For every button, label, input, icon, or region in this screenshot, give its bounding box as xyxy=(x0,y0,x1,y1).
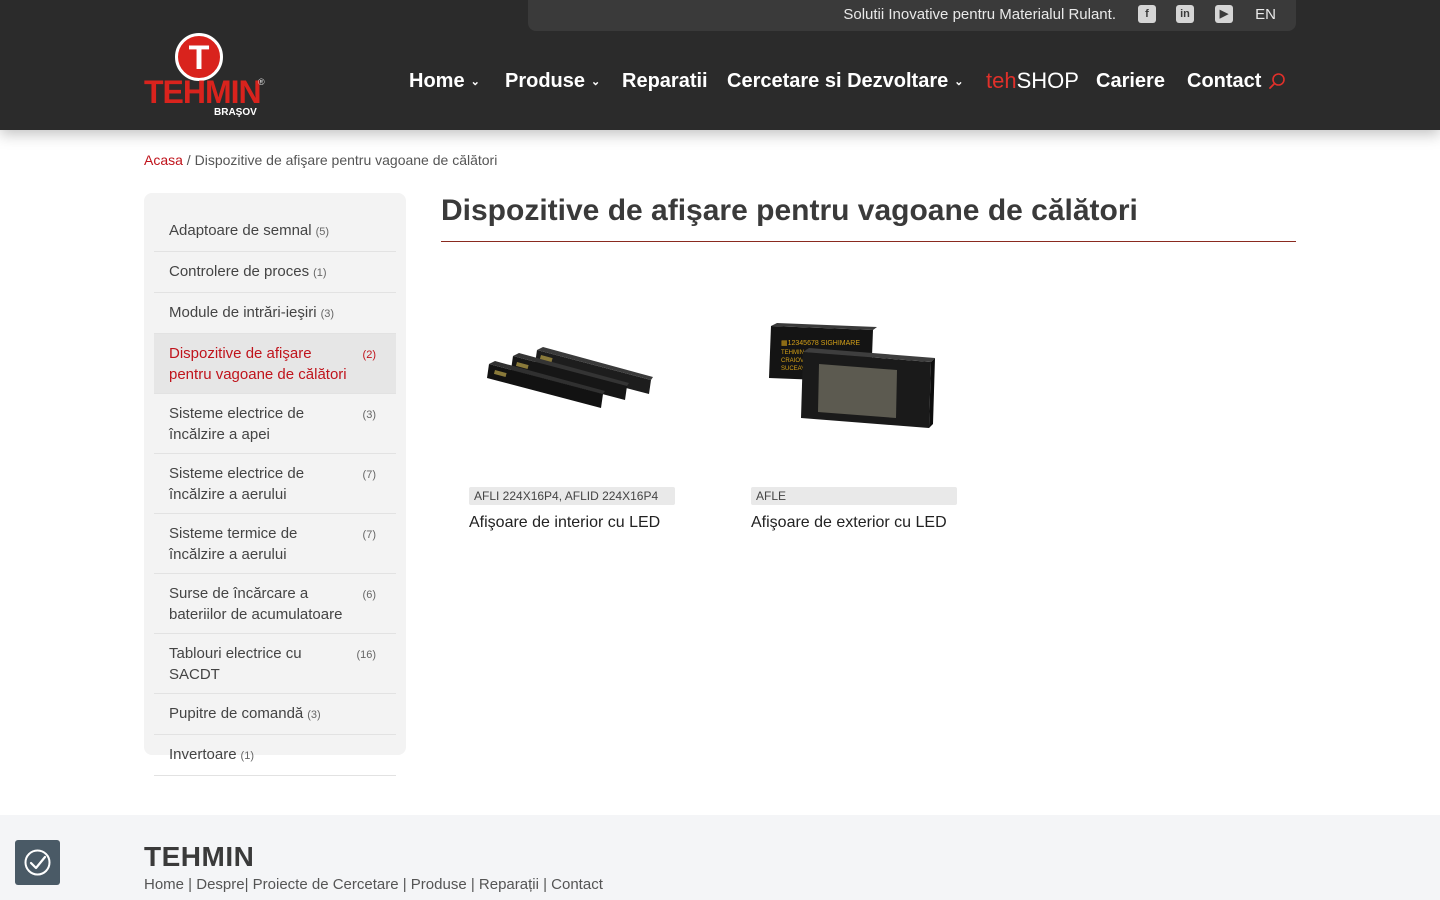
category-item-pupitre[interactable]: Pupitre de comandă (3) xyxy=(154,694,396,735)
title-divider xyxy=(441,241,1296,242)
category-item-controlere[interactable]: Controlere de proces (1) xyxy=(154,252,396,293)
cookie-check-icon xyxy=(24,849,51,876)
category-count: (16) xyxy=(356,649,376,661)
nav-item-label: Cercetare si Dezvoltare xyxy=(727,70,949,92)
category-count: (5) xyxy=(315,226,330,238)
breadcrumb-home-link[interactable]: Acasa xyxy=(144,152,183,168)
category-label: Dispozitive de afişare pentru vagoane de… xyxy=(169,345,347,383)
category-label: Sisteme electrice de încălzire a apei xyxy=(169,405,305,443)
category-label: Sisteme electrice de încălzire a aerului xyxy=(169,465,305,503)
linkedin-icon[interactable]: in xyxy=(1176,5,1194,23)
category-item-incalzire-aerului-termic[interactable]: Sisteme termice de încălzire a aerului (7… xyxy=(154,514,396,574)
product-sku: AFLI 224X16P4, AFLID 224X16P4 xyxy=(469,487,675,505)
breadcrumb-current: Dispozitive de afişare pentru vagoane de… xyxy=(194,152,498,168)
nav-item-label: Reparatii xyxy=(622,70,708,92)
led-bar-display-icon xyxy=(487,347,653,408)
category-label: Sisteme termice de încălzire a aerului xyxy=(169,525,298,563)
category-item-invertoare[interactable]: Invertoare (1) xyxy=(154,735,396,776)
category-count: (1) xyxy=(313,267,327,279)
footer-brand: TEHMIN xyxy=(144,841,255,872)
tagline: Solutii Inovative pentru Materialul Rula… xyxy=(843,6,1116,23)
nav-item-produse[interactable]: Produse ⌄ xyxy=(505,68,600,95)
nav-item-reparatii[interactable]: Reparatii xyxy=(622,68,708,94)
led-panel-display-icon: ▦12345678 SIGHIMARE TEHMIN S CRAIOVA SUC… xyxy=(769,323,935,428)
nav-item-contact[interactable]: Contact xyxy=(1187,68,1261,94)
product-name[interactable]: Afişoare de exterior cu LED xyxy=(751,514,957,532)
category-count: (1) xyxy=(240,750,254,762)
tehshop-suffix: SHOP xyxy=(1016,68,1079,93)
logo-wordmark: TEHMIN xyxy=(144,74,262,110)
logo[interactable]: T TEHMIN ® BRAŞOV xyxy=(144,33,266,119)
language-switch[interactable]: EN xyxy=(1255,6,1276,23)
category-item-surse-incarcare[interactable]: Surse de încărcare a bateriilor de acumu… xyxy=(154,574,396,634)
category-count: (3) xyxy=(307,709,321,721)
category-item-dispozitive-afisare[interactable]: Dispozitive de afişare pentru vagoane de… xyxy=(154,334,396,394)
category-label: Invertoare xyxy=(169,746,237,763)
category-label: Controlere de proces xyxy=(169,263,310,280)
nav-item-cariere[interactable]: Cariere xyxy=(1096,68,1165,94)
tehshop-prefix: teh xyxy=(986,68,1017,93)
category-item-adaptoare[interactable]: Adaptoare de semnal (5) xyxy=(154,211,396,252)
category-count: (2) xyxy=(362,349,376,361)
cookie-settings-button[interactable] xyxy=(15,840,60,885)
category-count: (3) xyxy=(362,409,376,421)
screen-text-line: ▦12345678 SIGHIMARE xyxy=(781,340,860,347)
footer-links[interactable]: Home | Despre| Proiecte de Cercetare | P… xyxy=(144,876,603,893)
category-count: (3) xyxy=(320,308,335,320)
category-label: Surse de încărcare a bateriilor de acumu… xyxy=(169,585,343,623)
category-item-incalzire-apei[interactable]: Sisteme electrice de încălzire a apei (3) xyxy=(154,394,396,454)
site-footer: TEHMIN Home | Despre| Proiecte de Cercet… xyxy=(0,815,1440,900)
logo-city: BRAŞOV xyxy=(214,107,257,118)
category-label: Module de intrări-ieşiri xyxy=(169,304,317,321)
breadcrumb-separator: / xyxy=(182,152,195,168)
site-header: Solutii Inovative pentru Materialul Rula… xyxy=(0,0,1440,130)
logo-letter: T xyxy=(188,39,210,77)
product-image-exterior-led[interactable]: ▦12345678 SIGHIMARE TEHMIN S CRAIOVA SUC… xyxy=(751,300,957,470)
breadcrumb: Acasa / Dispozitive de afişare pentru va… xyxy=(144,152,497,168)
logo-registered-mark: ® xyxy=(258,77,265,87)
youtube-icon[interactable]: ▶ xyxy=(1215,5,1233,23)
category-item-tablouri[interactable]: Tablouri electrice cu SACDT (16) xyxy=(154,634,396,694)
chevron-down-icon: ⌄ xyxy=(470,76,480,88)
category-item-incalzire-aerului-electric[interactable]: Sisteme electrice de încălzire a aerului… xyxy=(154,454,396,514)
product-sku: AFLE xyxy=(751,487,957,505)
category-count: (7) xyxy=(362,529,376,541)
category-label: Tablouri electrice cu SACDT xyxy=(169,645,302,683)
category-count: (6) xyxy=(362,589,376,601)
category-label: Adaptoare de semnal xyxy=(169,222,312,239)
category-sidebar: Adaptoare de semnal (5) Controlere de pro… xyxy=(144,193,406,776)
chevron-down-icon: ⌄ xyxy=(954,76,964,88)
product-card-exterior[interactable]: ▦12345678 SIGHIMARE TEHMIN S CRAIOVA SUC… xyxy=(751,300,957,532)
product-image-interior-led[interactable] xyxy=(469,300,675,470)
page-title: Dispozitive de afişare pentru vagoane de… xyxy=(441,194,1138,227)
nav-item-label: Cariere xyxy=(1096,70,1165,92)
search-icon[interactable] xyxy=(1268,72,1286,90)
category-count: (7) xyxy=(362,469,376,481)
facebook-icon[interactable]: f xyxy=(1138,5,1156,23)
chevron-down-icon: ⌄ xyxy=(591,76,601,88)
product-name[interactable]: Afişoare de interior cu LED xyxy=(469,514,675,532)
top-bar: Solutii Inovative pentru Materialul Rula… xyxy=(528,0,1296,31)
nav-item-tehshop[interactable]: tehSHOP xyxy=(986,68,1079,94)
nav-item-label: Produse xyxy=(505,70,586,92)
nav-item-label: Home xyxy=(409,70,465,92)
nav-item-cercetare[interactable]: Cercetare si Dezvoltare ⌄ xyxy=(727,68,963,95)
nav-item-label: Contact xyxy=(1187,70,1262,92)
nav-item-home[interactable]: Home ⌄ xyxy=(409,68,480,95)
product-card-interior[interactable]: AFLI 224X16P4, AFLID 224X16P4 Afişoare d… xyxy=(469,300,675,532)
category-label: Pupitre de comandă xyxy=(169,705,304,722)
category-item-module[interactable]: Module de intrări-ieşiri (3) xyxy=(154,293,396,334)
